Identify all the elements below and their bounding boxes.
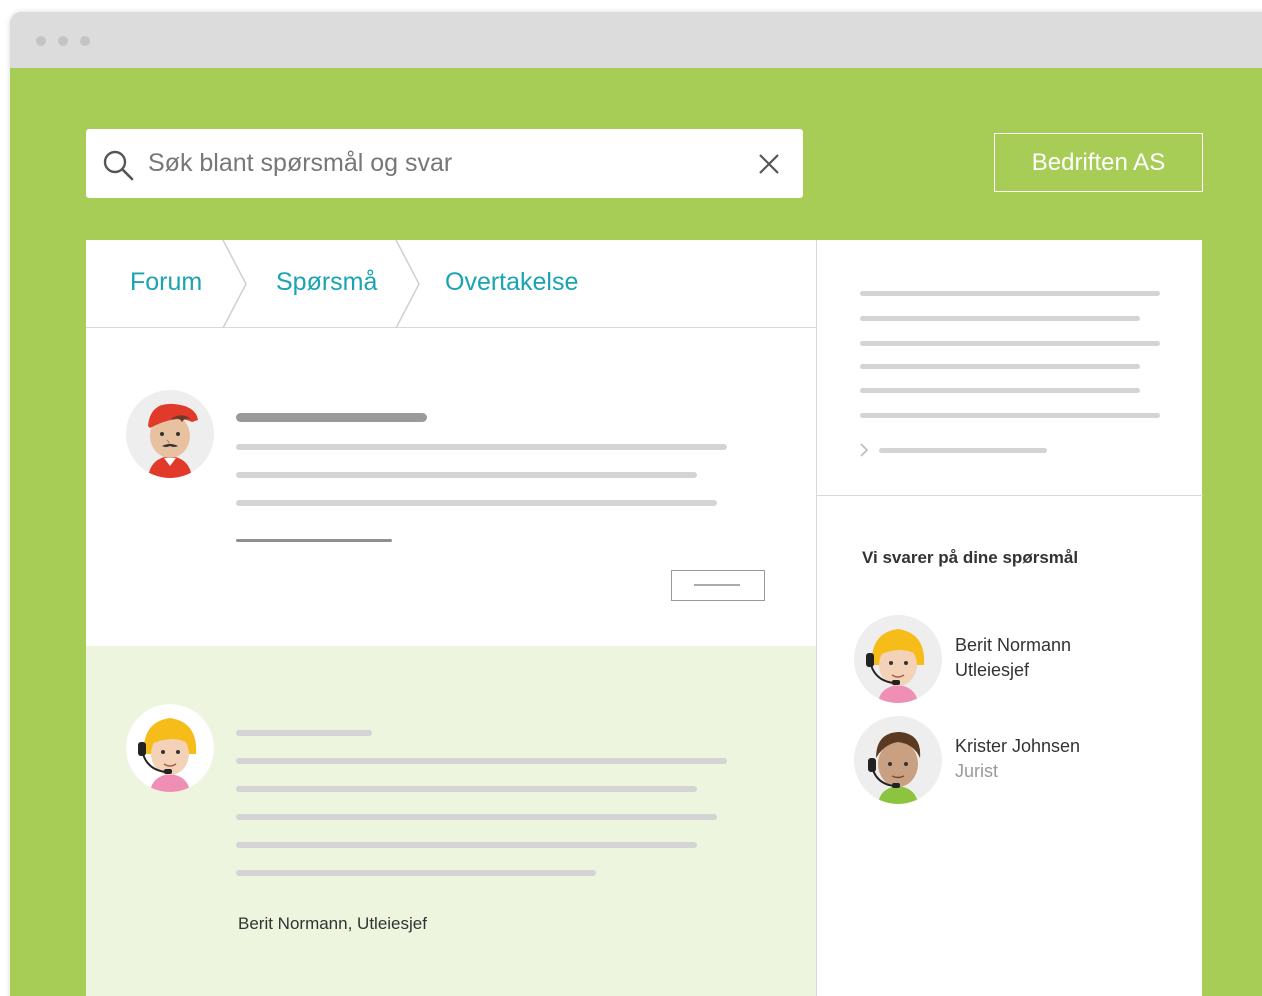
expert-role: Utleiesjef — [955, 660, 1030, 680]
text-line — [236, 758, 727, 764]
text-line — [860, 388, 1140, 393]
breadcrumb-separator-icon — [222, 240, 247, 328]
search-input[interactable] — [148, 129, 728, 198]
text-line — [236, 870, 596, 876]
breadcrumb: Forum Spørsmå Overtakelse — [86, 240, 816, 328]
text-line — [236, 444, 727, 450]
search-icon — [103, 150, 134, 181]
question-title-line — [236, 413, 427, 422]
man-with-cap-icon — [126, 390, 214, 478]
text-line — [236, 472, 697, 478]
window-dot — [58, 36, 68, 46]
more-link-line[interactable] — [879, 448, 1047, 453]
expert-avatar — [854, 716, 942, 804]
sidebar: Vi svarer på dine spørsmål Berit Normann… — [816, 240, 1203, 996]
expert-item-berit[interactable]: Berit Normann Utleiesjef — [854, 615, 1174, 705]
woman-with-headset-icon — [126, 704, 214, 792]
asker-avatar — [126, 390, 214, 478]
expert-avatar — [854, 615, 942, 703]
man-with-headset-icon — [854, 716, 942, 804]
related-links — [817, 240, 1203, 496]
expert-role: Jurist — [955, 761, 999, 781]
text-line — [860, 413, 1160, 418]
chevron-right-icon[interactable] — [859, 443, 869, 457]
breadcrumb-item-overtakelse[interactable]: Overtakelse — [445, 268, 578, 297]
window-dot — [80, 36, 90, 46]
title-bar — [10, 12, 1262, 68]
browser-window: Bedriften AS Forum Spørsmå Overtakelse — [10, 12, 1262, 996]
text-line — [236, 500, 717, 506]
text-line — [236, 730, 372, 736]
search-bar — [86, 129, 803, 198]
expert-name: Krister Johnsen — [955, 736, 1081, 756]
window-dot — [36, 36, 46, 46]
experts-heading: Vi svarer på dine spørsmål — [862, 548, 1079, 567]
woman-with-headset-icon — [854, 615, 942, 703]
reply-button[interactable] — [671, 570, 765, 601]
text-line — [860, 341, 1160, 346]
close-icon[interactable] — [758, 153, 780, 175]
expert-name: Berit Normann — [955, 635, 1072, 655]
answerer-avatar — [126, 704, 214, 792]
text-line — [860, 364, 1140, 369]
answer-signature: Berit Normann, Utleiesjef — [238, 914, 427, 933]
company-button[interactable]: Bedriften AS — [994, 133, 1203, 192]
breadcrumb-item-forum[interactable]: Forum — [130, 268, 202, 297]
breadcrumb-separator-icon — [395, 240, 420, 328]
text-line — [860, 316, 1140, 321]
main-panel: Forum Spørsmå Overtakelse Berit Normann,… — [86, 240, 1203, 996]
text-line — [236, 814, 717, 820]
text-line — [860, 291, 1160, 296]
question-post — [86, 328, 816, 646]
answer-post: Berit Normann, Utleiesjef — [86, 646, 816, 996]
text-line — [236, 786, 697, 792]
breadcrumb-item-questions[interactable]: Spørsmå — [276, 268, 377, 297]
expert-item-krister[interactable]: Krister Johnsen Jurist — [854, 716, 1174, 806]
thread-column: Forum Spørsmå Overtakelse Berit Normann,… — [86, 240, 816, 996]
text-line — [236, 842, 697, 848]
meta-line — [236, 539, 392, 542]
